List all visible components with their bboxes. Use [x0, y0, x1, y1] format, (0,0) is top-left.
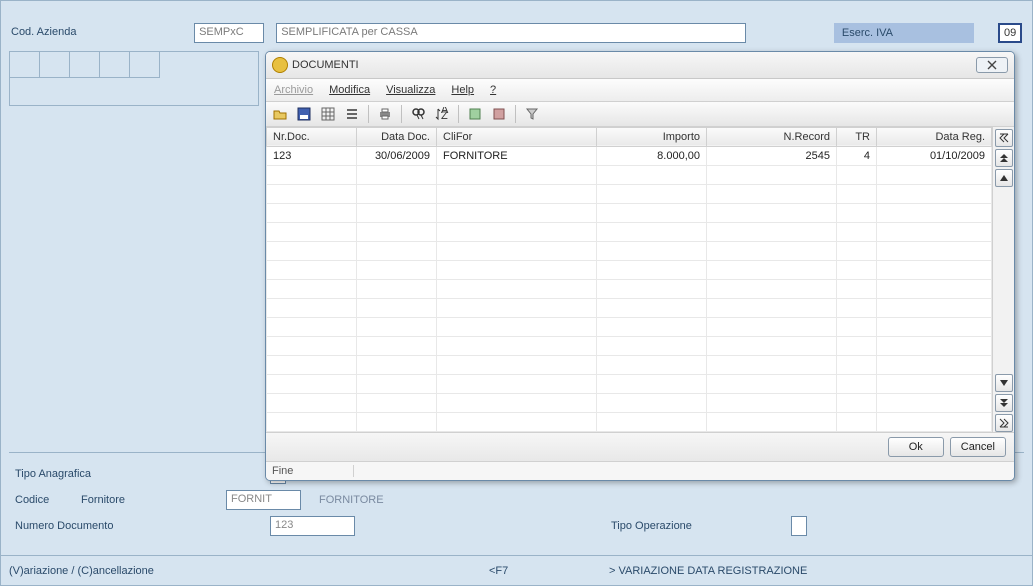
eserc-iva-input[interactable]: 09	[998, 23, 1022, 43]
tipo-operazione-input[interactable]	[791, 516, 807, 536]
dialog-menu: Archivio Modifica Visualizza Help ?	[266, 79, 1014, 102]
list-icon[interactable]	[342, 104, 362, 124]
tool1-icon[interactable]	[465, 104, 485, 124]
filter-icon[interactable]	[522, 104, 542, 124]
cell-clifor: FORNITORE	[437, 146, 597, 165]
grid-icon[interactable]	[318, 104, 338, 124]
scroll-down-icon[interactable]	[995, 374, 1013, 392]
documenti-dialog: DOCUMENTI Archivio Modifica Visualizza H…	[265, 51, 1015, 481]
cell-datadoc: 30/06/2009	[357, 146, 437, 165]
menu-modifica[interactable]: Modifica	[329, 84, 370, 96]
codice-input[interactable]: FORNIT	[226, 490, 301, 510]
mid-tabs	[9, 51, 259, 106]
tipo-operazione-label: Tipo Operazione	[611, 520, 791, 532]
numero-doc-input[interactable]: 123	[270, 516, 355, 536]
cod-azienda-input[interactable]: SEMPxC	[194, 23, 264, 43]
cancel-button[interactable]: Cancel	[950, 437, 1006, 457]
col-importo[interactable]: Importo	[597, 127, 707, 146]
fornitore-label: Fornitore	[81, 494, 151, 506]
tool2-icon[interactable]	[489, 104, 509, 124]
top-row: Cod. Azienda SEMPxC SEMPLIFICATA per CAS…	[11, 23, 1022, 49]
tipo-anagrafica-label: Tipo Anagrafica	[15, 468, 125, 480]
scroll-column	[992, 127, 1014, 432]
col-tr[interactable]: TR	[837, 127, 877, 146]
dialog-status-text: Fine	[272, 465, 354, 477]
scroll-first-icon[interactable]	[995, 129, 1013, 147]
col-datadoc[interactable]: Data Doc.	[357, 127, 437, 146]
status-key: <F7	[489, 565, 609, 577]
table-row-empty	[267, 355, 992, 374]
find-icon[interactable]	[408, 104, 428, 124]
col-clifor[interactable]: CliFor	[437, 127, 597, 146]
menu-question[interactable]: ?	[490, 84, 496, 96]
sort-icon[interactable]: AZ	[432, 104, 452, 124]
cell-datareg: 01/10/2009	[877, 146, 992, 165]
col-nrdoc[interactable]: Nr.Doc.	[267, 127, 357, 146]
table-row-empty	[267, 241, 992, 260]
menu-help[interactable]: Help	[451, 84, 474, 96]
status-right: > VARIAZIONE DATA REGISTRAZIONE	[609, 565, 807, 577]
col-datareg[interactable]: Data Reg.	[877, 127, 992, 146]
open-icon[interactable]	[270, 104, 290, 124]
scroll-pagedown-icon[interactable]	[995, 394, 1013, 412]
numero-doc-label: Numero Documento	[15, 520, 270, 532]
grid-wrap: Nr.Doc. Data Doc. CliFor Importo N.Recor…	[266, 127, 1014, 432]
status-bar: (V)ariazione / (C)ancellazione <F7 > VAR…	[1, 555, 1032, 585]
table-row-empty	[267, 374, 992, 393]
table-row-empty	[267, 222, 992, 241]
table-row-empty	[267, 260, 992, 279]
close-button[interactable]	[976, 57, 1008, 73]
dialog-icon	[272, 57, 288, 73]
documents-grid[interactable]: Nr.Doc. Data Doc. CliFor Importo N.Recor…	[266, 127, 992, 432]
cell-nrdoc: 123	[267, 146, 357, 165]
svg-text:Z: Z	[441, 110, 448, 121]
table-row-empty	[267, 203, 992, 222]
ok-button[interactable]: Ok	[888, 437, 944, 457]
dialog-titlebar[interactable]: DOCUMENTI	[266, 52, 1014, 79]
col-nrecord[interactable]: N.Record	[707, 127, 837, 146]
status-left: (V)ariazione / (C)ancellazione	[9, 565, 489, 577]
scroll-up-icon[interactable]	[995, 169, 1013, 187]
cell-importo: 8.000,00	[597, 146, 707, 165]
table-row-empty	[267, 165, 992, 184]
save-icon[interactable]	[294, 104, 314, 124]
desc-azienda-input[interactable]: SEMPLIFICATA per CASSA	[276, 23, 746, 43]
dialog-status: Fine	[266, 461, 1014, 480]
eserc-iva-label: Eserc. IVA	[834, 23, 974, 43]
codice-label: Codice	[15, 494, 75, 506]
main-form: Cod. Azienda SEMPxC SEMPLIFICATA per CAS…	[0, 0, 1033, 586]
menu-visualizza[interactable]: Visualizza	[386, 84, 435, 96]
table-row-empty	[267, 393, 992, 412]
table-row-empty	[267, 298, 992, 317]
table-row-empty	[267, 184, 992, 203]
scroll-last-icon[interactable]	[995, 414, 1013, 432]
print-icon[interactable]	[375, 104, 395, 124]
table-row-empty	[267, 317, 992, 336]
close-icon	[987, 60, 997, 70]
cell-tr: 4	[837, 146, 877, 165]
dialog-title: DOCUMENTI	[292, 59, 976, 71]
grid-header-row: Nr.Doc. Data Doc. CliFor Importo N.Recor…	[267, 127, 992, 146]
table-row[interactable]: 12330/06/2009FORNITORE8.000,002545401/10…	[267, 146, 992, 165]
scroll-pageup-icon[interactable]	[995, 149, 1013, 167]
dialog-buttons: Ok Cancel	[266, 432, 1014, 461]
table-row-empty	[267, 279, 992, 298]
menu-archivio[interactable]: Archivio	[274, 84, 313, 96]
table-row-empty	[267, 336, 992, 355]
codice-desc: FORNITORE	[319, 494, 429, 506]
cell-nrecord: 2545	[707, 146, 837, 165]
dialog-toolbar: AZ	[266, 102, 1014, 127]
table-row-empty	[267, 412, 992, 431]
cod-azienda-label: Cod. Azienda	[11, 26, 191, 38]
